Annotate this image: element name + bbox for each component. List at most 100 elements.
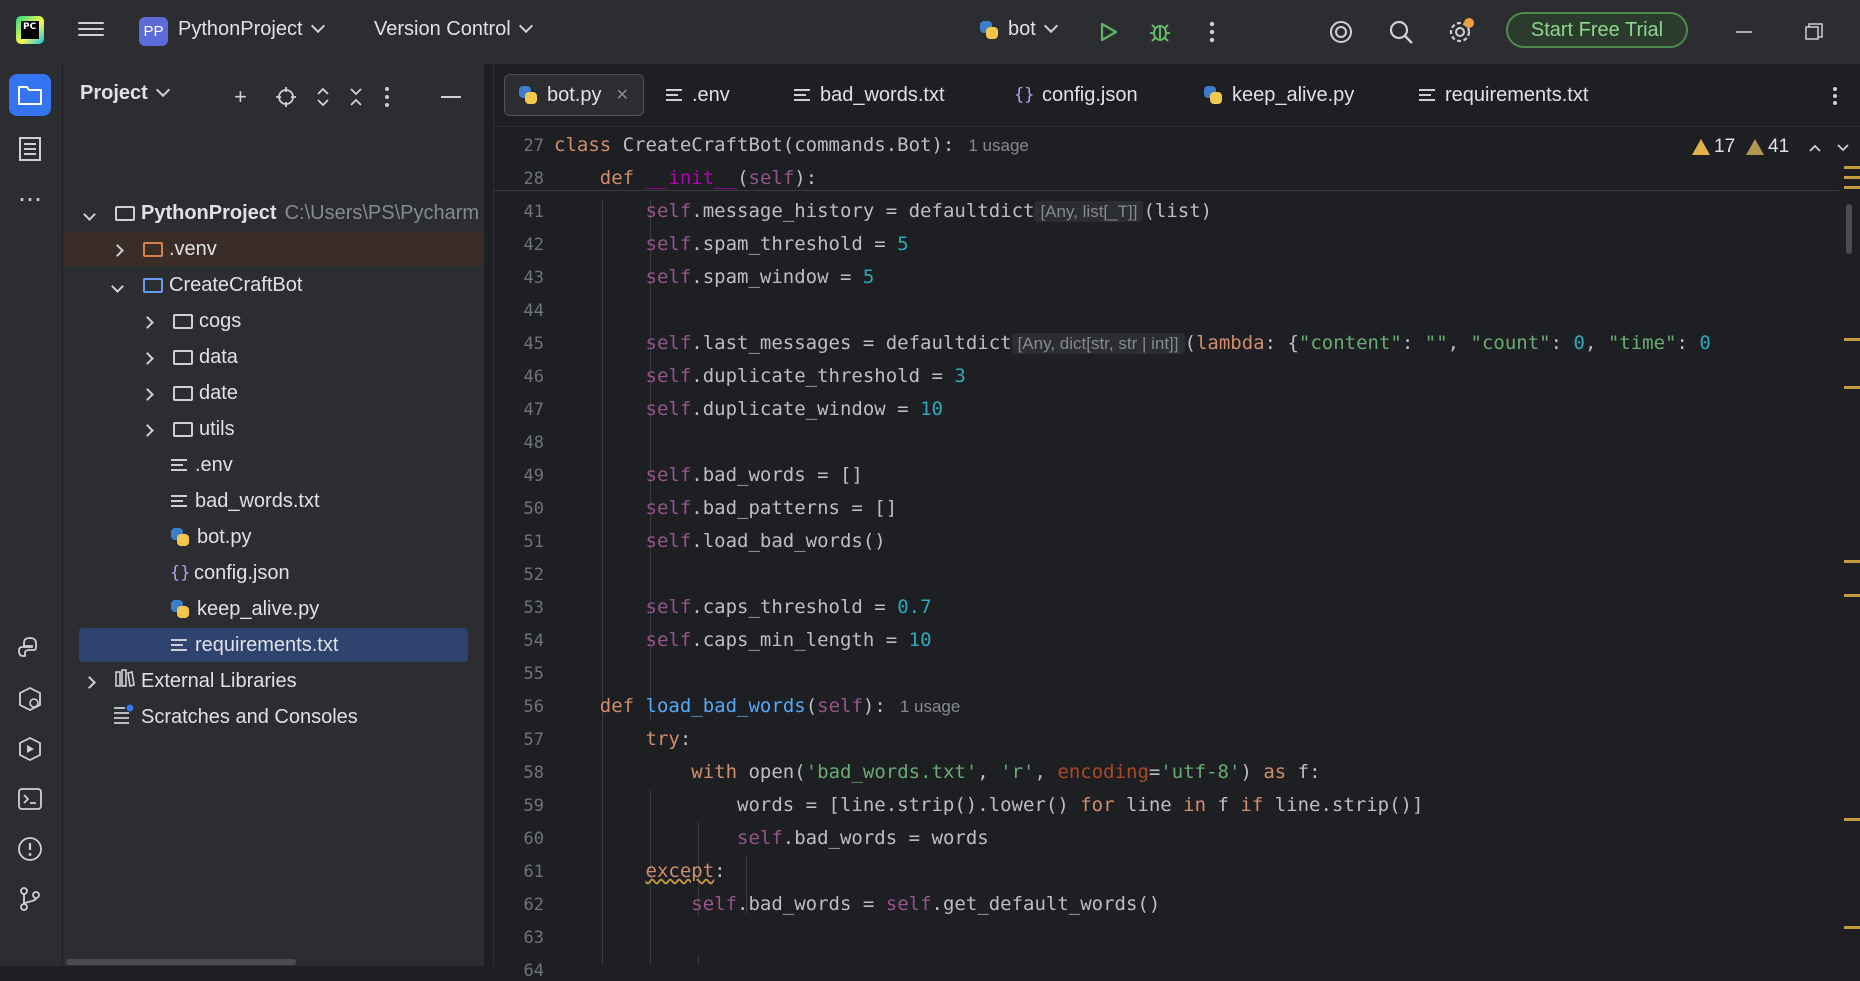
structure-tool-icon[interactable] xyxy=(9,128,51,170)
code-line[interactable]: self.load_bad_words() xyxy=(554,530,886,552)
usage-hint[interactable]: 1 usage xyxy=(900,697,961,716)
vertical-scrollbar[interactable] xyxy=(1846,204,1852,254)
run-tool-icon[interactable] xyxy=(9,728,51,770)
tree-item-bad-words[interactable]: bad_words.txt xyxy=(63,484,484,518)
version-control-menu[interactable]: Version Control xyxy=(374,18,533,41)
error-stripe-mark[interactable] xyxy=(1844,176,1860,179)
git-branch-icon[interactable] xyxy=(9,878,51,920)
tree-item-config-json[interactable]: {} config.json xyxy=(63,556,484,590)
tree-item-createcraftbot[interactable]: CreateCraftBot xyxy=(63,268,484,302)
tree-item-keep-alive[interactable]: keep_alive.py xyxy=(63,592,484,626)
project-switcher[interactable]: PythonProject xyxy=(178,18,325,41)
type-hint: [Any, list[_T]] xyxy=(1034,201,1144,222)
code-line[interactable]: self.caps_threshold = 0.7 xyxy=(554,596,932,618)
tree-item-venv[interactable]: .venv xyxy=(63,232,484,266)
weak-warnings-counter[interactable]: 41 xyxy=(1746,136,1789,158)
search-icon[interactable] xyxy=(1387,18,1415,46)
next-highlight-icon[interactable] xyxy=(1836,140,1850,158)
tab-env[interactable]: .env xyxy=(666,74,730,116)
horizontal-scrollbar[interactable] xyxy=(66,959,296,965)
project-view-selector[interactable]: Project xyxy=(80,82,170,105)
collapse-all-icon[interactable] xyxy=(348,86,364,113)
error-stripe-mark[interactable] xyxy=(1844,338,1860,341)
tab-requirements[interactable]: requirements.txt xyxy=(1419,74,1588,116)
project-badge[interactable]: PP xyxy=(139,17,168,46)
tree-item-date[interactable]: date xyxy=(63,376,484,410)
tree-item-bot-py[interactable]: bot.py xyxy=(63,520,484,554)
line-number: 45 xyxy=(523,334,544,354)
line-number: 59 xyxy=(523,796,544,816)
code-line[interactable]: self.bad_words = [] xyxy=(554,464,863,486)
tree-item-env[interactable]: .env xyxy=(63,448,484,482)
code-line[interactable]: self.spam_threshold = 5 xyxy=(554,233,909,255)
tab-bot-py[interactable]: bot.py ✕ xyxy=(504,74,644,116)
error-stripe-mark[interactable] xyxy=(1844,818,1860,821)
tree-item-data[interactable]: data xyxy=(63,340,484,374)
code-line[interactable]: self.last_messages = defaultdict [Any, di… xyxy=(554,332,1711,354)
python-packages-icon[interactable] xyxy=(9,628,51,670)
weak-warnings-count: 41 xyxy=(1768,136,1790,157)
code-line[interactable]: def load_bad_words(self): 1 usage xyxy=(554,695,961,717)
code-line[interactable]: self.message_history = defaultdict [Any, … xyxy=(554,200,1212,222)
code-line[interactable]: words = [line.strip().lower() for line i… xyxy=(554,794,1423,816)
usage-hint[interactable]: 1 usage xyxy=(968,136,1029,155)
previous-highlight-icon[interactable] xyxy=(1808,140,1822,158)
code-line[interactable]: self.spam_window = 5 xyxy=(554,266,875,288)
close-tab-icon[interactable]: ✕ xyxy=(615,85,628,105)
run-icon[interactable] xyxy=(1094,18,1122,46)
locate-file-icon[interactable] xyxy=(275,86,297,113)
text-file-icon xyxy=(171,638,187,652)
restore-window-icon[interactable] xyxy=(1800,18,1828,46)
main-menu-icon[interactable] xyxy=(78,18,104,40)
hide-panel-icon[interactable] xyxy=(441,96,461,98)
problems-icon[interactable] xyxy=(9,828,51,870)
project-name: PythonProject xyxy=(178,18,303,40)
settings-icon[interactable] xyxy=(1446,18,1474,46)
tab-options-icon[interactable] xyxy=(1832,86,1838,111)
start-free-trial-button[interactable]: Start Free Trial xyxy=(1506,12,1688,48)
panel-options-icon[interactable] xyxy=(384,86,390,113)
expand-all-icon[interactable] xyxy=(315,86,331,113)
chevron-right-icon xyxy=(141,351,154,365)
code-line[interactable]: class CreateCraftBot(commands.Bot): 1 usa… xyxy=(554,134,1029,156)
project-tool-icon[interactable] xyxy=(9,74,51,116)
error-stripe-mark[interactable] xyxy=(1844,594,1860,597)
services-icon[interactable] xyxy=(9,678,51,720)
error-stripe-mark[interactable] xyxy=(1844,166,1860,169)
warnings-counter[interactable]: 17 xyxy=(1692,136,1735,158)
debug-icon[interactable] xyxy=(1146,18,1174,46)
error-stripe-mark[interactable] xyxy=(1844,186,1860,189)
run-config-selector[interactable]: bot xyxy=(980,18,1058,41)
code-line[interactable]: self.duplicate_window = 10 xyxy=(554,398,943,420)
line-number: 49 xyxy=(523,466,544,486)
version-control-label: Version Control xyxy=(374,18,511,40)
code-line[interactable]: except: xyxy=(554,860,726,882)
more-tools-icon[interactable]: ⋯ xyxy=(9,178,51,220)
terminal-icon[interactable] xyxy=(9,778,51,820)
error-stripe-mark[interactable] xyxy=(1844,926,1860,929)
tree-item-cogs[interactable]: cogs xyxy=(63,304,484,338)
code-line[interactable]: self.bad_patterns = [] xyxy=(554,497,898,519)
code-line[interactable]: self.duplicate_threshold = 3 xyxy=(554,365,966,387)
tree-item-scratches[interactable]: Scratches and Consoles xyxy=(63,700,484,734)
ai-assistant-icon[interactable] xyxy=(1327,18,1355,46)
code-line[interactable]: def __init__(self): xyxy=(554,167,817,189)
minimize-icon[interactable] xyxy=(1730,18,1758,46)
new-file-icon[interactable]: + xyxy=(234,84,247,110)
error-stripe-mark[interactable] xyxy=(1844,560,1860,563)
python-file-icon xyxy=(519,86,537,104)
tab-config-json[interactable]: {} config.json xyxy=(1014,74,1138,116)
code-line[interactable]: try: xyxy=(554,728,692,750)
code-line[interactable]: self.bad_words = words xyxy=(554,827,989,849)
tree-item-utils[interactable]: utils xyxy=(63,412,484,446)
code-line[interactable]: self.caps_min_length = 10 xyxy=(554,629,932,651)
tab-bad-words[interactable]: bad_words.txt xyxy=(794,74,945,116)
tab-keep-alive[interactable]: keep_alive.py xyxy=(1204,74,1354,116)
more-actions-icon[interactable] xyxy=(1198,18,1226,46)
tree-item-requirements[interactable]: requirements.txt xyxy=(79,628,468,662)
tree-item-pythonproject[interactable]: PythonProject C:\Users\PS\Pycharm xyxy=(63,196,484,230)
code-line[interactable]: self.bad_words = self.get_default_words(… xyxy=(554,893,1160,915)
tree-item-external-libraries[interactable]: External Libraries xyxy=(63,664,484,698)
code-line[interactable]: with open('bad_words.txt', 'r', encoding… xyxy=(554,761,1320,783)
error-stripe-mark[interactable] xyxy=(1844,386,1860,389)
